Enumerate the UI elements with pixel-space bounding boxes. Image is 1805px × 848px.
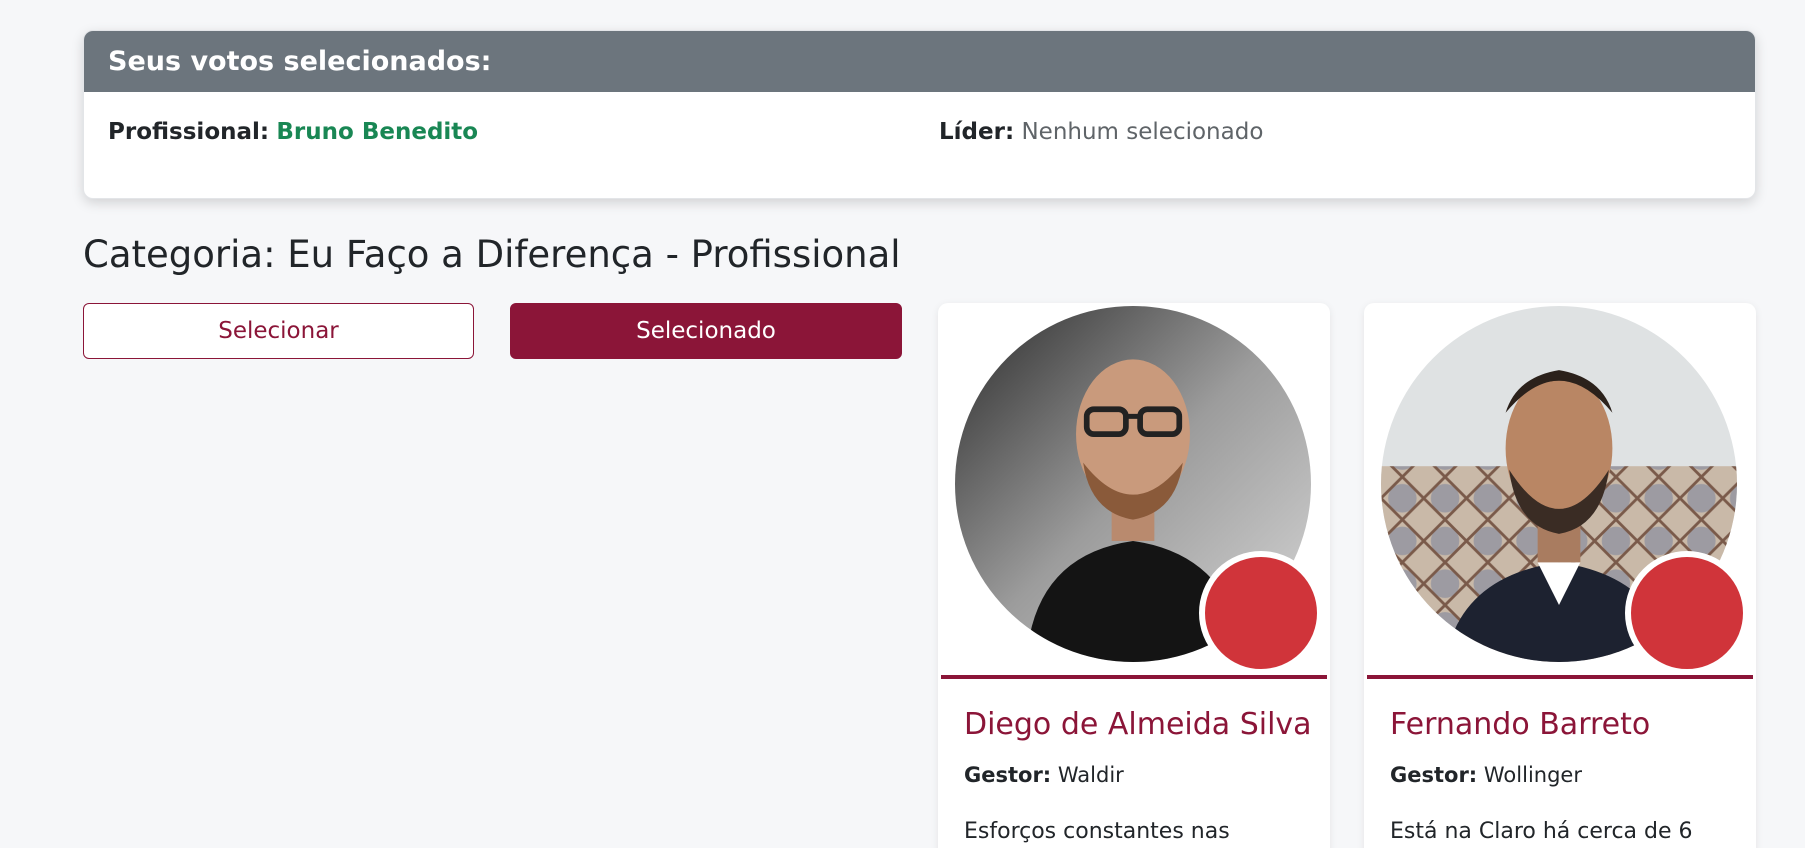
candidate-gestor: Gestor: Wollinger (1390, 763, 1582, 787)
candidate-photo-area (941, 303, 1327, 679)
candidate-badge (1199, 551, 1323, 675)
vote-lider: Líder: Nenhum selecionado (939, 119, 1263, 145)
select-button[interactable]: Selecionar (83, 303, 474, 359)
gestor-label: Gestor: (1390, 763, 1478, 787)
vote-lider-value: Nenhum selecionado (1021, 119, 1264, 145)
vote-profissional-label: Profissional: (108, 119, 270, 145)
gestor-value: Wollinger (1483, 763, 1582, 787)
candidate-name: Fernando Barreto (1390, 707, 1651, 742)
candidate-gestor: Gestor: Waldir (964, 763, 1124, 787)
candidate-description: Está na Claro há cerca de 6 (1390, 819, 1693, 844)
gestor-label: Gestor: (964, 763, 1052, 787)
candidate-description: Esforços constantes nas (964, 819, 1230, 844)
vote-profissional: Profissional: Bruno Benedito (108, 119, 478, 145)
candidate-name: Diego de Almeida Silva (964, 707, 1312, 742)
selected-votes-header: Seus votos selecionados: (84, 31, 1755, 92)
selected-votes-row: Profissional: Bruno Benedito Líder: Nenh… (84, 92, 1755, 198)
vote-lider-label: Líder: (939, 119, 1015, 145)
candidate-badge (1625, 551, 1749, 675)
candidate-photo-area (1367, 303, 1753, 679)
category-title: Categoria: Eu Faço a Diferença - Profiss… (83, 233, 901, 276)
candidate-card[interactable]: Diego de Almeida Silva Gestor: Waldir Es… (938, 303, 1330, 848)
selected-votes-card: Seus votos selecionados: Profissional: B… (83, 30, 1756, 199)
gestor-value: Waldir (1057, 763, 1124, 787)
selected-button[interactable]: Selecionado (510, 303, 902, 359)
vote-profissional-value: Bruno Benedito (276, 119, 479, 145)
candidate-card[interactable]: Fernando Barreto Gestor: Wollinger Está … (1364, 303, 1756, 848)
